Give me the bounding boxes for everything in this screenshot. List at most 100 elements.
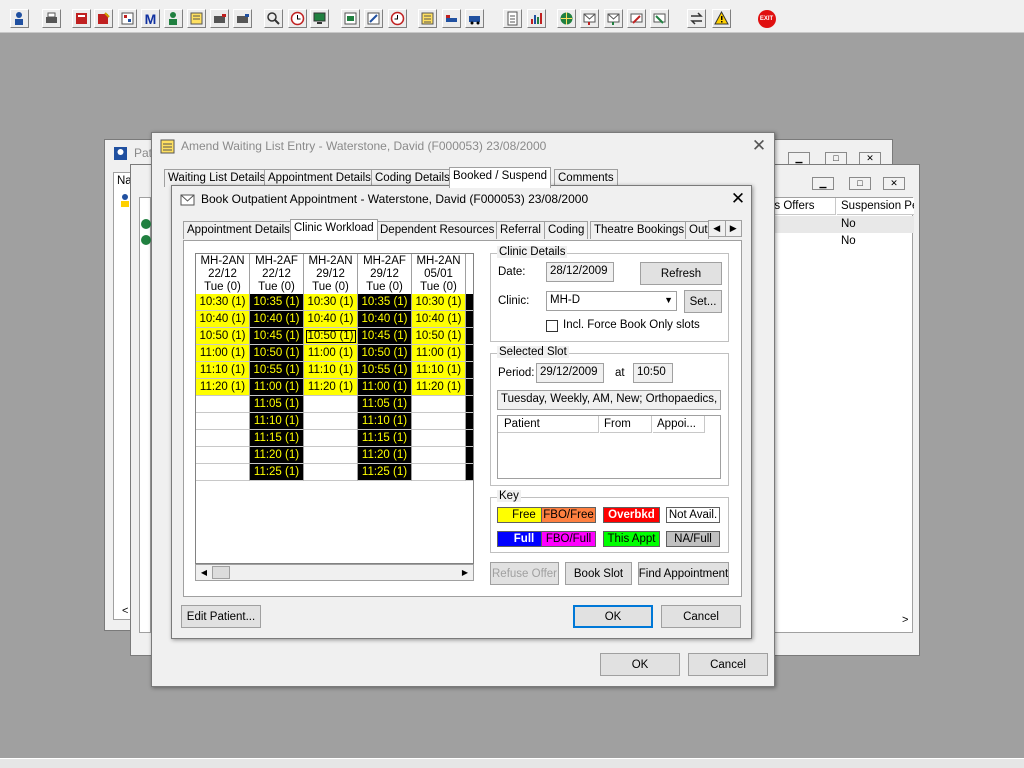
slot-cell[interactable]: 10:45 (1) bbox=[250, 328, 304, 345]
slot-cell[interactable]: 11:20 (1) bbox=[250, 447, 304, 464]
slot-cell[interactable]: 10:50 (1) bbox=[358, 345, 412, 362]
find-appointment-button[interactable]: Find Appointment bbox=[638, 562, 729, 585]
maximize-button[interactable]: □ bbox=[849, 177, 871, 190]
time-field[interactable]: 10:50 bbox=[633, 363, 673, 383]
slot-cell[interactable]: 11:00 (1) bbox=[196, 345, 250, 362]
slot-cell[interactable]: 10:55 (1) bbox=[250, 362, 304, 379]
column-header[interactable]: MH-2AN 05/01 Tue (0) bbox=[412, 254, 466, 294]
column-header-patient[interactable]: Patient bbox=[498, 416, 599, 433]
letter-icon[interactable] bbox=[580, 9, 599, 28]
slot-description-field[interactable]: Tuesday, Weekly, AM, New; Orthopaedics, … bbox=[497, 390, 721, 410]
slot-cell[interactable]: 10:55 (1) bbox=[358, 362, 412, 379]
book-slot-button[interactable]: Book Slot bbox=[565, 562, 632, 585]
slot-cell[interactable]: 10:40 (1) bbox=[358, 311, 412, 328]
column-header-from[interactable]: From bbox=[600, 416, 652, 433]
slot-cell[interactable]: 10:40 (1) bbox=[250, 311, 304, 328]
slot-cell[interactable]: 10:35 (1) bbox=[358, 294, 412, 311]
slot-cell[interactable]: 10:30 (1) bbox=[196, 294, 250, 311]
bed-icon[interactable] bbox=[442, 9, 461, 28]
camera-icon[interactable] bbox=[210, 9, 229, 28]
force-book-checkbox[interactable] bbox=[546, 320, 558, 332]
grid-horizontal-scrollbar[interactable]: ◀ ▶ bbox=[195, 564, 474, 581]
book-icon[interactable] bbox=[72, 9, 91, 28]
scroll-left-icon[interactable]: ◀ bbox=[196, 565, 212, 580]
ambulance-icon[interactable] bbox=[465, 9, 484, 28]
person-icon[interactable] bbox=[164, 9, 183, 28]
scroll-thumb[interactable] bbox=[212, 566, 230, 579]
tab-clinic-workload[interactable]: Clinic Workload bbox=[290, 219, 378, 240]
column-header-suspension[interactable]: Suspension Pe bbox=[837, 198, 914, 215]
search-icon[interactable] bbox=[264, 9, 283, 28]
tab-appointment-details[interactable]: Appointment Details bbox=[183, 221, 294, 239]
date-field[interactable]: 28/12/2009 bbox=[546, 262, 614, 282]
period-field[interactable]: 29/12/2009 bbox=[536, 363, 604, 383]
column-header[interactable]: MH-2AF 22/12 Tue (0) bbox=[250, 254, 304, 294]
list-icon[interactable] bbox=[418, 9, 437, 28]
slot-cell[interactable]: 11:05 (1) bbox=[358, 396, 412, 413]
column-header-appointment[interactable]: Appoi... bbox=[653, 416, 705, 433]
chart-icon[interactable] bbox=[527, 9, 546, 28]
chevron-down-icon[interactable]: ▼ bbox=[664, 295, 673, 305]
image-icon[interactable] bbox=[341, 9, 360, 28]
slot-cell[interactable]: 11:00 (1) bbox=[358, 379, 412, 396]
slot-cell[interactable]: 11:05 (1) bbox=[250, 396, 304, 413]
slot-cell[interactable]: 11:25 (1) bbox=[358, 464, 412, 481]
slot-cell[interactable]: 10:50 (1) bbox=[196, 328, 250, 345]
slot-cell[interactable]: 11:10 (1) bbox=[250, 413, 304, 430]
slot-cell[interactable]: 11:20 (1) bbox=[304, 379, 358, 396]
slot-cell[interactable]: 10:40 (1) bbox=[412, 311, 466, 328]
slot-cell[interactable]: 10:30 (1) bbox=[304, 294, 358, 311]
swap-icon[interactable] bbox=[687, 9, 706, 28]
warning-icon[interactable] bbox=[712, 9, 731, 28]
tab-dependent-resources[interactable]: Dependent Resources bbox=[376, 221, 499, 239]
tab-booked-suspend[interactable]: Booked / Suspend bbox=[449, 167, 551, 188]
column-header[interactable]: MH-2AF 29/12 Tue (0) bbox=[358, 254, 412, 294]
column-header[interactable]: MH-2AN 22/12 Tue (0) bbox=[196, 254, 250, 294]
refuse-offer-button[interactable]: Refuse Offer bbox=[490, 562, 559, 585]
scroll-right-arrow[interactable]: > bbox=[902, 614, 908, 626]
tab-coding[interactable]: Coding bbox=[544, 221, 589, 239]
clock2-icon[interactable] bbox=[388, 9, 407, 28]
slot-cell[interactable]: 11:20 (1) bbox=[358, 447, 412, 464]
slot-cell[interactable]: 10:50 (1) bbox=[412, 328, 466, 345]
slot-cell[interactable]: 11:25 (1) bbox=[250, 464, 304, 481]
close-icon[interactable]: ✕ bbox=[749, 136, 769, 156]
pencil-icon[interactable] bbox=[364, 9, 383, 28]
slot-cell[interactable]: 11:15 (1) bbox=[358, 430, 412, 447]
document-icon[interactable] bbox=[503, 9, 522, 28]
slot-cell[interactable]: 10:40 (1) bbox=[196, 311, 250, 328]
tab-scroll-right-icon[interactable]: ▶ bbox=[724, 221, 742, 236]
slot-cell[interactable]: 11:10 (1) bbox=[304, 362, 358, 379]
selected-slot-cell[interactable]: 10:50 (1) bbox=[304, 328, 358, 345]
set-button[interactable]: Set... bbox=[684, 290, 722, 313]
camera2-icon[interactable] bbox=[233, 9, 252, 28]
letter4-icon[interactable] bbox=[650, 9, 669, 28]
slot-cell[interactable]: 10:30 (1) bbox=[412, 294, 466, 311]
slot-cell[interactable]: 10:40 (1) bbox=[304, 311, 358, 328]
scroll-left-arrow[interactable]: < bbox=[122, 605, 128, 617]
form-icon[interactable] bbox=[118, 9, 137, 28]
clinic-select[interactable]: MH-D ▼ bbox=[546, 291, 677, 311]
printer-icon[interactable] bbox=[42, 9, 61, 28]
monitor-icon[interactable] bbox=[310, 9, 329, 28]
close-icon[interactable]: ✕ bbox=[728, 189, 748, 209]
slot-cell[interactable]: 11:15 (1) bbox=[250, 430, 304, 447]
slot-cell[interactable]: 11:00 (1) bbox=[250, 379, 304, 396]
tab-out[interactable]: Out bbox=[685, 221, 709, 239]
slot-cell[interactable]: 11:20 (1) bbox=[412, 379, 466, 396]
user-icon[interactable] bbox=[10, 9, 29, 28]
slot-cell[interactable]: 11:10 (1) bbox=[358, 413, 412, 430]
slot-cell[interactable]: 11:00 (1) bbox=[304, 345, 358, 362]
m-icon[interactable]: M bbox=[141, 9, 160, 28]
edit-patient-button[interactable]: Edit Patient... bbox=[181, 605, 261, 628]
letter2-icon[interactable] bbox=[604, 9, 623, 28]
slot-cell[interactable]: 11:00 (1) bbox=[412, 345, 466, 362]
column-header[interactable]: MH-2AN 29/12 Tue (0) bbox=[304, 254, 358, 294]
tab-referral[interactable]: Referral bbox=[496, 221, 545, 239]
list-row[interactable]: No bbox=[764, 216, 914, 233]
amend-ok-button[interactable]: OK bbox=[600, 653, 680, 676]
clock-icon[interactable] bbox=[288, 9, 307, 28]
exit-icon[interactable]: EXIT bbox=[757, 9, 776, 28]
note-icon[interactable] bbox=[187, 9, 206, 28]
list-row[interactable]: No bbox=[764, 233, 914, 250]
